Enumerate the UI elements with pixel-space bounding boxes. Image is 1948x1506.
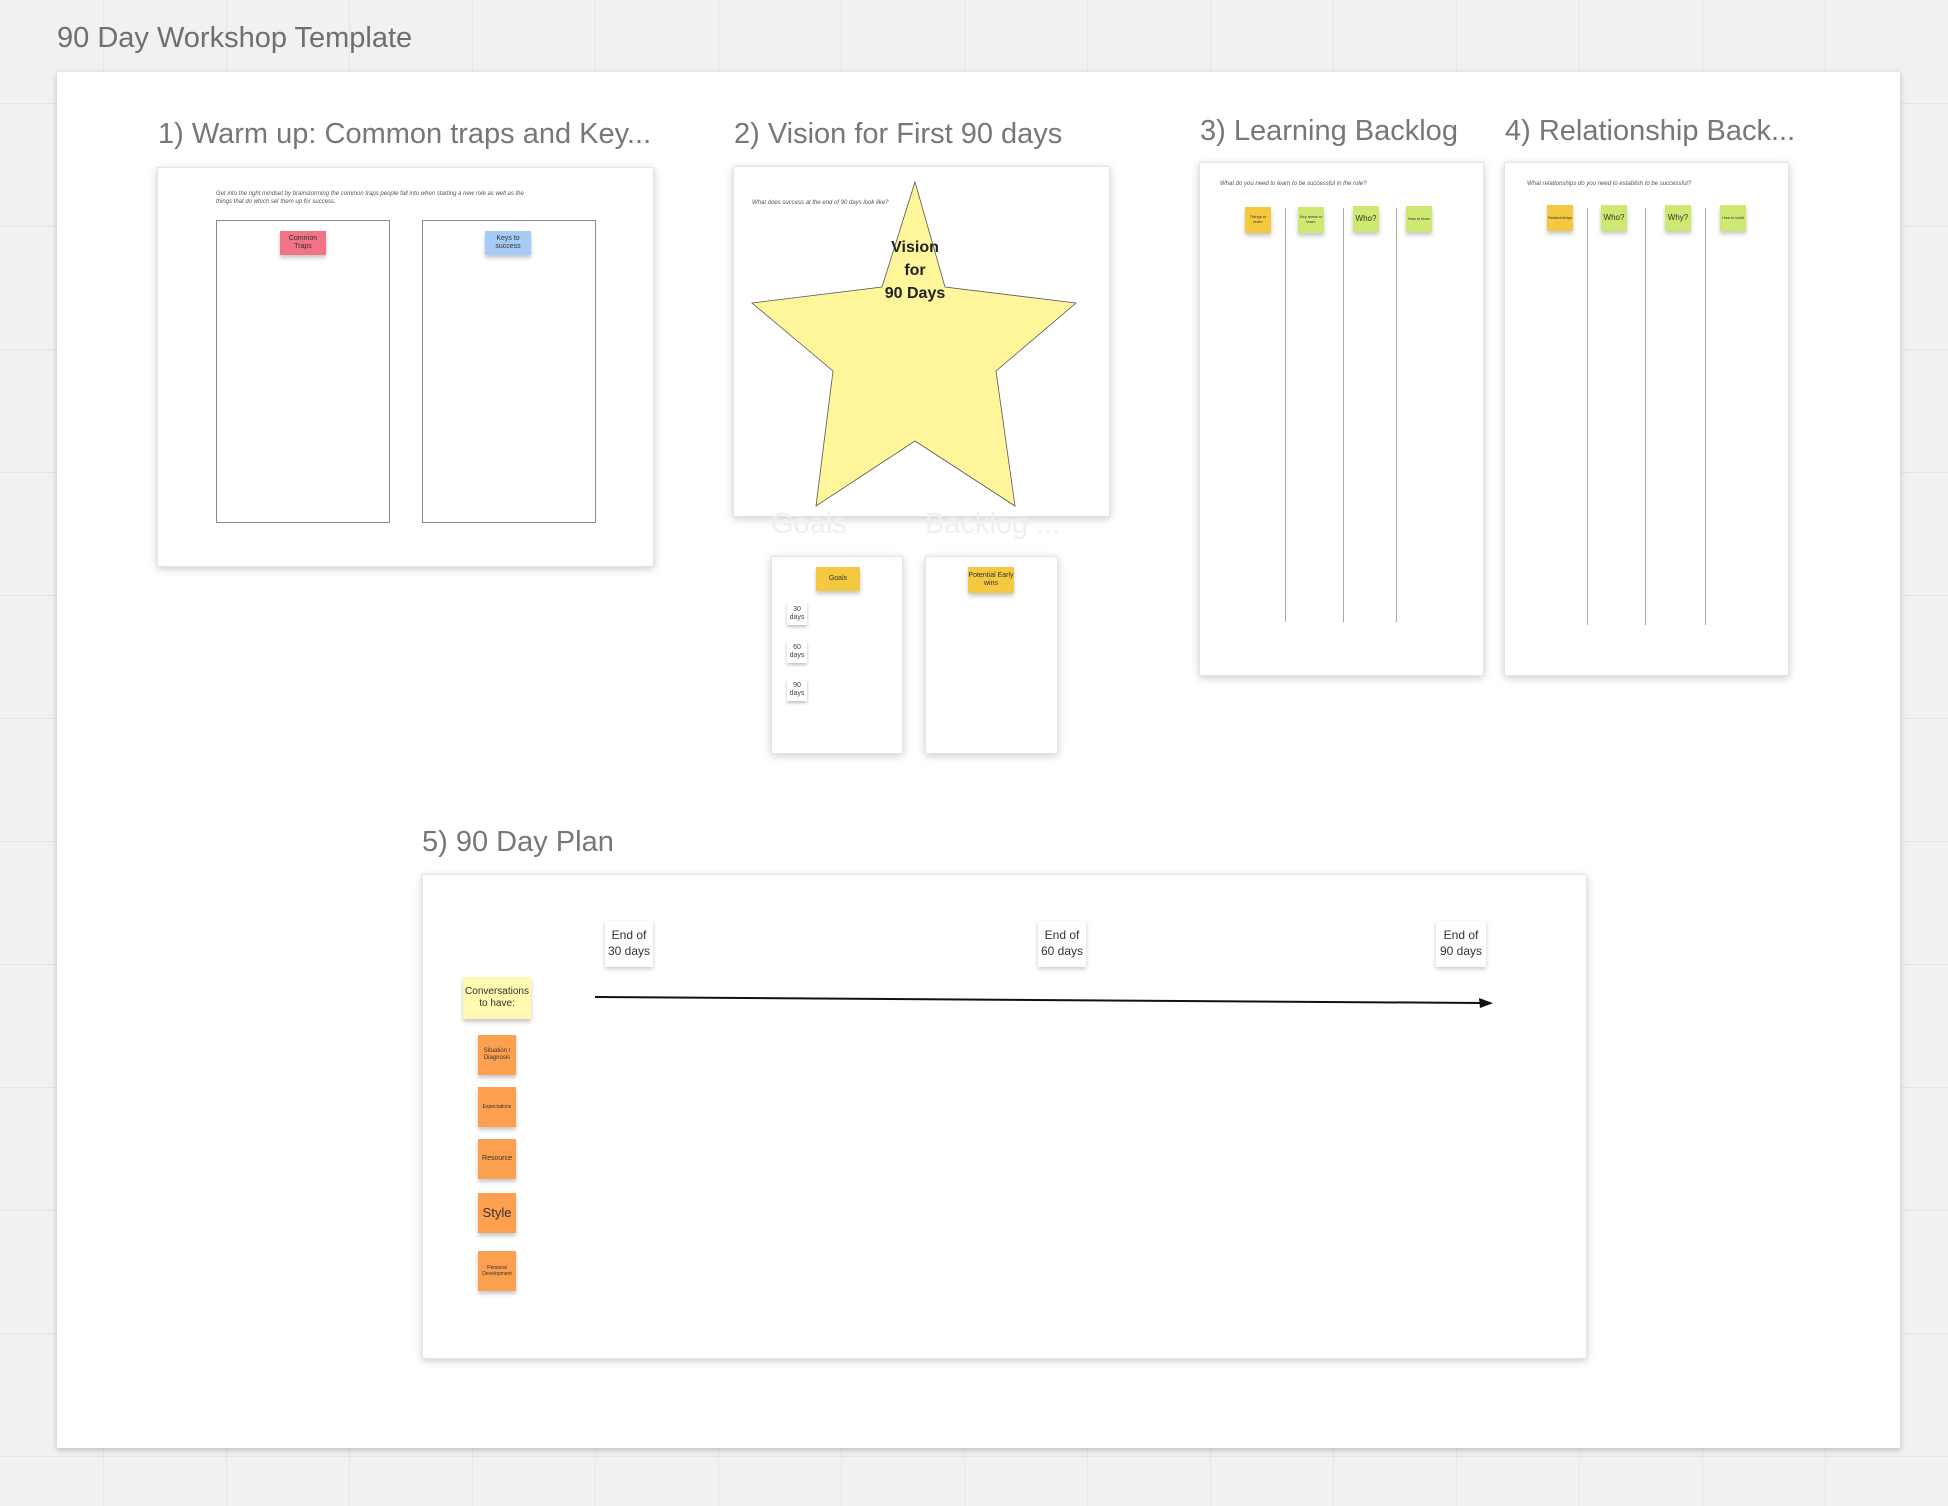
milestone-90-days[interactable]: End of 90 days	[1436, 921, 1486, 967]
common-traps-column[interactable]	[216, 220, 390, 523]
goals-sticky[interactable]: Goals	[816, 567, 860, 591]
relationship-sticky-1[interactable]: Relationships	[1547, 205, 1573, 231]
learning-frame-title[interactable]: 3) Learning Backlog	[1200, 115, 1458, 148]
learning-divider-3	[1396, 208, 1397, 622]
goals-frame[interactable]: Goals 30 days 60 days 90 days	[771, 556, 903, 754]
vision-star-line-3: 90 Days	[884, 285, 946, 302]
warmup-instructions[interactable]: Get into the right mindset by brainstorm…	[216, 191, 536, 207]
relationship-frame[interactable]: What relationships do you need to establ…	[1504, 162, 1789, 676]
learning-sticky-1[interactable]: Things to learn	[1245, 207, 1271, 233]
learning-sticky-2[interactable]: Key areas to learn	[1298, 207, 1324, 233]
learning-frame[interactable]: What do you need to learn to be successf…	[1199, 162, 1484, 676]
goal-90-days[interactable]: 90 days	[787, 679, 807, 701]
milestone-30-days[interactable]: End of 30 days	[605, 921, 653, 967]
topic-expectations-sticky[interactable]: Expectations	[478, 1087, 516, 1127]
topic-resource-sticky[interactable]: Resource	[478, 1139, 516, 1179]
topic-personal-development-sticky[interactable]: Personal Development	[478, 1251, 516, 1291]
relationship-divider-2	[1645, 208, 1646, 625]
vision-star-line-1: Vision	[891, 239, 939, 256]
goal-30-days[interactable]: 30 days	[787, 603, 807, 625]
common-traps-sticky[interactable]: Common Traps	[280, 231, 326, 255]
relationship-sticky-4[interactable]: How to build	[1720, 205, 1746, 231]
backlog-frame-title[interactable]: Backlog ...	[925, 508, 1060, 541]
keys-to-success-column[interactable]	[422, 220, 596, 523]
potential-early-wins-sticky[interactable]: Potential Early wins	[968, 567, 1014, 593]
conversations-sticky[interactable]: Conversations to have:	[463, 977, 531, 1019]
plan-frame-title[interactable]: 5) 90 Day Plan	[422, 826, 614, 859]
relationship-sticky-why[interactable]: Why?	[1665, 205, 1691, 231]
relationship-divider-3	[1705, 208, 1706, 625]
milestone-60-days[interactable]: End of 60 days	[1038, 921, 1086, 967]
relationship-question[interactable]: What relationships do you need to establ…	[1527, 181, 1767, 189]
vision-frame[interactable]: What does success at the end of 90 days …	[733, 166, 1110, 517]
relationship-divider-1	[1587, 208, 1588, 625]
vision-star-shape[interactable]	[734, 167, 1111, 518]
warmup-frame-title[interactable]: 1) Warm up: Common traps and Key...	[158, 118, 651, 151]
goals-frame-title[interactable]: Goals	[771, 508, 847, 541]
topic-style-sticky[interactable]: Style	[478, 1193, 516, 1233]
keys-to-success-sticky[interactable]: Keys to success	[485, 231, 531, 255]
topic-situation-sticky[interactable]: Situation / Diagnosis	[478, 1035, 516, 1075]
vision-frame-title[interactable]: 2) Vision for First 90 days	[734, 118, 1062, 151]
learning-sticky-who[interactable]: Who?	[1353, 206, 1379, 232]
learning-divider-2	[1343, 208, 1344, 622]
timeline-arrow[interactable]	[583, 991, 1503, 1015]
backlog-frame[interactable]: Potential Early wins	[925, 556, 1058, 754]
vision-star-label: Vision for 90 Days	[865, 236, 965, 305]
board-title[interactable]: 90 Day Workshop Template	[57, 22, 412, 55]
learning-sticky-4[interactable]: How to learn	[1406, 206, 1432, 232]
goal-60-days[interactable]: 60 days	[787, 641, 807, 663]
vision-star-line-2: for	[904, 262, 926, 279]
learning-divider-1	[1285, 208, 1286, 622]
warmup-frame[interactable]: Get into the right mindset by brainstorm…	[157, 167, 654, 567]
learning-question[interactable]: What do you need to learn to be successf…	[1220, 181, 1460, 189]
plan-frame[interactable]: End of 30 days End of 60 days End of 90 …	[422, 874, 1587, 1359]
relationship-frame-title[interactable]: 4) Relationship Back...	[1505, 115, 1795, 148]
relationship-sticky-who[interactable]: Who?	[1601, 205, 1627, 231]
